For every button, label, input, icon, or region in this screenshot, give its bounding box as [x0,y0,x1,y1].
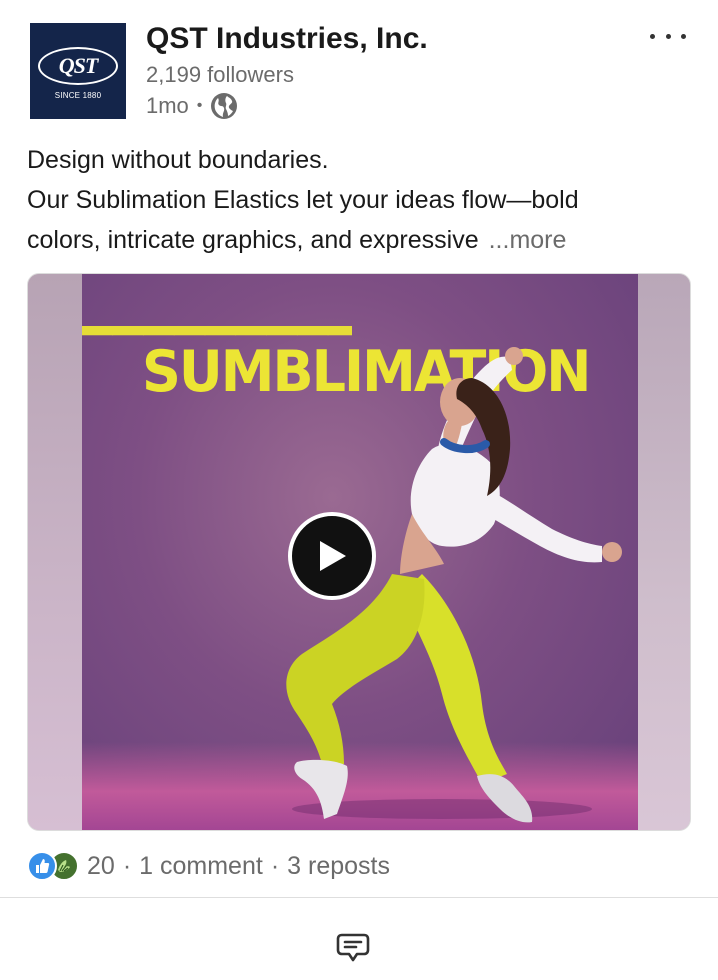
company-logo[interactable]: QST SINCE 1880 [30,23,126,119]
celebrate-icon-glyph [58,860,70,872]
logo-mark: QST [38,46,118,85]
post-text-line-last: colors, intricate graphics, and expressi… [27,220,687,260]
like-icon [27,851,57,881]
play-icon [320,541,346,571]
reaction-icons[interactable] [27,850,83,882]
like-icon-glyph [36,859,50,873]
post-text: Design without boundaries. Our Sublimati… [27,140,687,260]
play-button[interactable] [288,512,376,600]
separator: · [270,851,280,880]
feed-post: QST SINCE 1880 QST Industries, Inc. 2,19… [0,0,718,980]
comment-icon [336,933,370,962]
post-text-line: colors, intricate graphics, and expressi… [27,226,479,254]
see-more-link[interactable]: ...more [489,226,567,254]
separator: · [122,851,132,880]
meta-separator: • [196,97,203,114]
social-counts: 20 · 1 comment · 3 reposts [27,848,390,884]
video-blur-right [636,274,690,830]
post-meta: 1mo • [146,91,238,121]
follower-count: 2,199 followers [146,62,294,87]
divider [0,897,718,898]
comments-count[interactable]: 1 comment [139,852,263,881]
globe-icon [211,93,238,119]
ellipsis-icon-dot [650,33,655,39]
comment-button[interactable] [336,932,370,964]
post-text-line: Our Sublimation Elastics let your ideas … [27,186,579,214]
video-blur-left [28,274,82,830]
post-time: 1mo [146,93,189,118]
company-name[interactable]: QST Industries, Inc. [146,22,428,56]
ellipsis-icon-dot [681,33,686,39]
post-text-line: Design without boundaries. [27,146,329,174]
logo-tagline: SINCE 1880 [54,90,102,100]
reactions-count[interactable]: 20 [87,852,115,881]
more-options-button[interactable] [650,24,686,48]
reposts-count[interactable]: 3 reposts [287,852,390,881]
ellipsis-icon-dot [665,33,671,39]
